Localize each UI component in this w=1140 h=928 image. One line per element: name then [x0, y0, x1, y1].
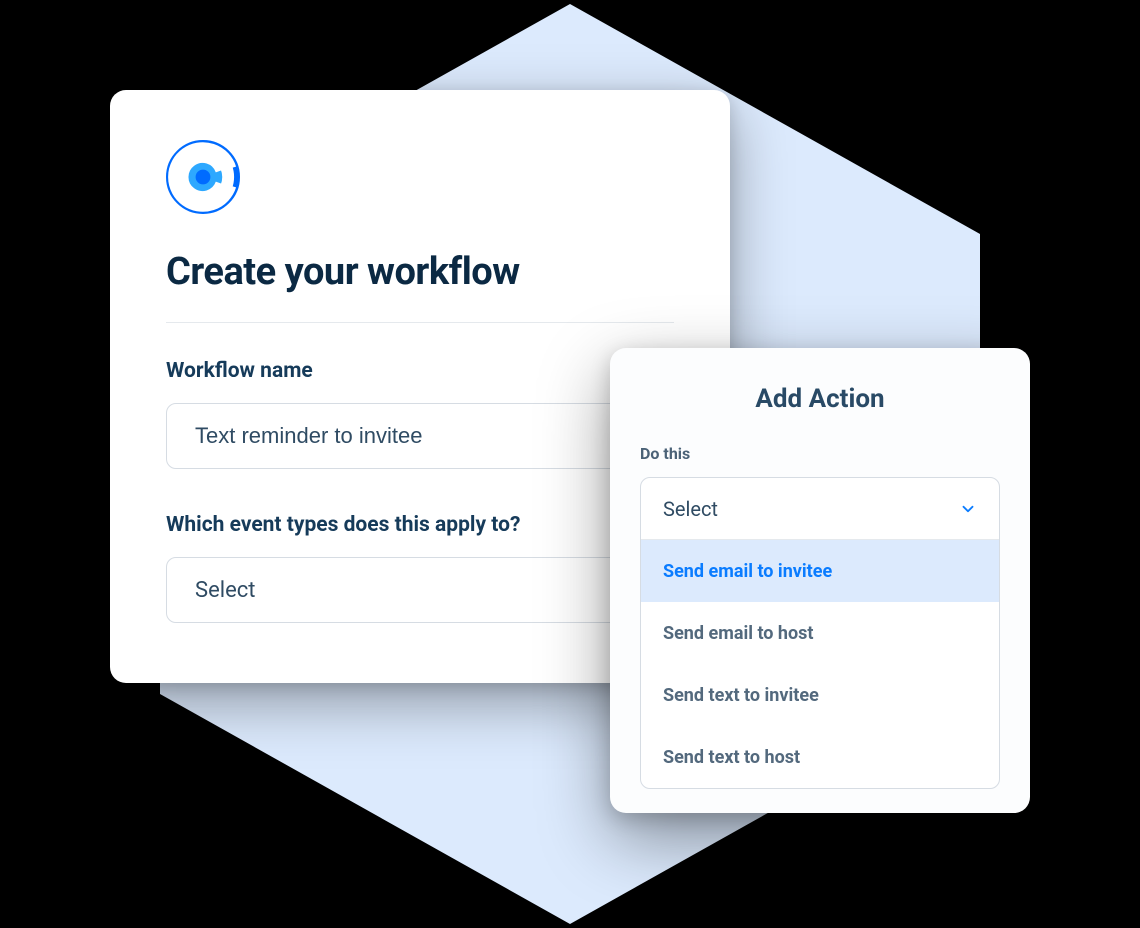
action-option-send-email-to-host[interactable]: Send email to host: [641, 602, 999, 664]
action-option-send-text-to-invitee[interactable]: Send text to invitee: [641, 664, 999, 726]
chevron-down-icon: [959, 500, 977, 518]
action-dropdown-placeholder: Select: [663, 497, 718, 521]
do-this-label: Do this: [640, 444, 1000, 463]
action-option-send-text-to-host[interactable]: Send text to host: [641, 726, 999, 788]
workflow-name-input[interactable]: [166, 403, 674, 469]
event-types-label: Which event types does this apply to?: [166, 513, 674, 537]
divider: [166, 322, 674, 323]
add-action-card: Add Action Do this Select Send email to …: [610, 348, 1030, 813]
add-action-title: Add Action: [640, 384, 1000, 414]
event-types-select[interactable]: Select: [166, 557, 674, 623]
action-dropdown: Select Send email to invitee Send email …: [640, 477, 1000, 789]
workflow-name-label: Workflow name: [166, 359, 674, 383]
workflow-name-field: Workflow name: [166, 359, 674, 469]
action-dropdown-trigger[interactable]: Select: [641, 478, 999, 540]
calendly-logo-icon: [166, 140, 240, 214]
action-option-send-email-to-invitee[interactable]: Send email to invitee: [641, 540, 999, 602]
event-types-field: Which event types does this apply to? Se…: [166, 513, 674, 623]
page-title: Create your workflow: [166, 250, 674, 294]
event-types-select-text: Select: [195, 578, 255, 603]
